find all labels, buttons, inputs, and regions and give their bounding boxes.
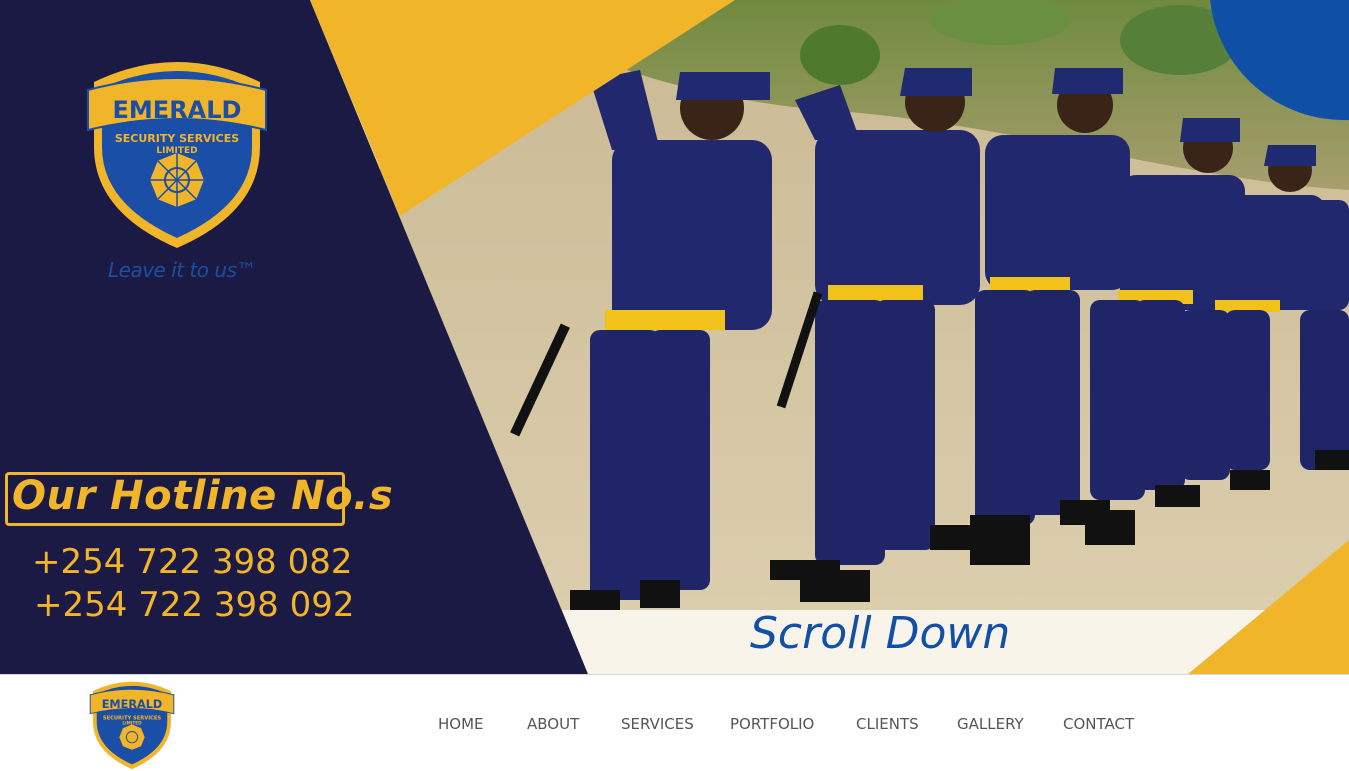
navbar-logo-brand-name: EMERALD	[102, 698, 163, 711]
brand-tagline: Leave it to us™	[108, 258, 257, 282]
nav-item-contact[interactable]: CONTACT	[1063, 715, 1134, 733]
logo-brand-name: EMERALD	[113, 96, 242, 124]
logo-line-1: SECURITY SERVICES	[115, 132, 239, 145]
scroll-down-link[interactable]: Scroll Down	[750, 608, 1010, 659]
logo-line-2: LIMITED	[156, 146, 197, 156]
nav-item-gallery[interactable]: GALLERY	[957, 715, 1024, 733]
nav-item-about[interactable]: ABOUT	[527, 715, 579, 733]
nav-item-services[interactable]: SERVICES	[621, 715, 694, 733]
navbar-logo[interactable]: EMERALD SECURITY SERVICES LIMITED	[88, 677, 176, 771]
nav-item-portfolio[interactable]: PORTFOLIO	[730, 715, 814, 733]
nav-item-clients[interactable]: CLIENTS	[856, 715, 919, 733]
hotline-title: Our Hotline No.s	[12, 473, 394, 519]
emerald-logo: EMERALD SECURITY SERVICES LIMITED	[87, 62, 267, 248]
nav-item-home[interactable]: HOME	[438, 715, 484, 733]
hero-section: EMERALD SECURITY SERVICES LIMITED Leave …	[0, 0, 1349, 674]
main-navbar: EMERALD SECURITY SERVICES LIMITED HOME A…	[0, 674, 1349, 771]
navbar-logo-line-2: LIMITED	[122, 720, 142, 725]
hotline-phone-1[interactable]: +254 722 398 082	[32, 542, 353, 582]
hotline-phone-2[interactable]: +254 722 398 092	[34, 585, 355, 625]
